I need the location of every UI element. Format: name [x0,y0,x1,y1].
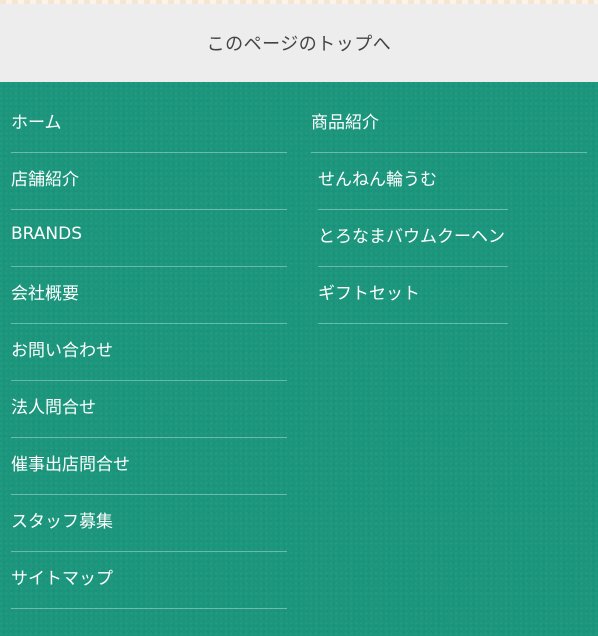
footer-link-label: 法人問合せ [11,397,96,418]
footer-link-label: 会社概要 [11,283,79,304]
footer-link-corporate-inquiry[interactable]: 法人問合せ [11,381,287,438]
footer-link-label: BRANDS [11,224,83,244]
product-link-sennen-waumu[interactable]: せんねん輪うむ [318,153,508,210]
footer-link-company[interactable]: 会社概要 [11,267,287,324]
product-link-label: ギフトセット [318,283,420,304]
back-to-top-button[interactable]: このページのトップへ [0,4,598,82]
products-heading-label: 商品紹介 [311,112,379,133]
footer-link-label: スタッフ募集 [11,511,113,532]
footer-nav-right-column: 商品紹介 せんねん輪うむ とろなまバウムクーヘン ギフトセット [311,96,587,324]
product-link-gift-set[interactable]: ギフトセット [318,267,508,324]
footer-link-label: ホーム [11,112,62,133]
footer-nav-left-column: ホーム 店舗紹介 BRANDS 会社概要 お問い合わせ 法人問合せ 催事出店問合… [11,96,287,609]
product-link-label: せんねん輪うむ [318,169,437,190]
footer-link-label: お問い合わせ [11,340,113,361]
product-link-toronama-baumkuchen[interactable]: とろなまバウムクーヘン [318,210,508,267]
product-link-label: とろなまバウムクーヘン [318,226,505,247]
footer-link-event-inquiry[interactable]: 催事出店問合せ [11,438,287,495]
footer-link-recruit[interactable]: スタッフ募集 [11,495,287,552]
footer-link-contact[interactable]: お問い合わせ [11,324,287,381]
footer-link-label: 店舗紹介 [11,169,79,190]
footer-link-home[interactable]: ホーム [11,96,287,153]
footer-link-brands[interactable]: BRANDS [11,210,287,267]
footer-link-label: 催事出店問合せ [11,454,130,475]
footer-link-sitemap[interactable]: サイトマップ [11,552,287,609]
footer-link-label: サイトマップ [11,568,113,589]
products-heading[interactable]: 商品紹介 [311,96,587,153]
back-to-top-label: このページのトップへ [206,34,392,55]
footer-link-stores[interactable]: 店舗紹介 [11,153,287,210]
products-sublist: せんねん輪うむ とろなまバウムクーヘン ギフトセット [318,153,508,324]
footer-navigation: ホーム 店舗紹介 BRANDS 会社概要 お問い合わせ 法人問合せ 催事出店問合… [0,82,598,636]
